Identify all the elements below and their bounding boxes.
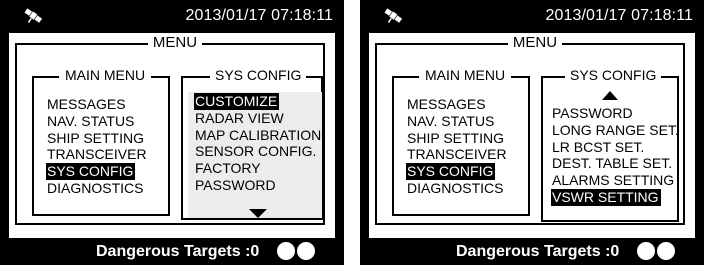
sys-config-title: SYS CONFIG — [565, 64, 662, 86]
scroll-down-arrow-icon[interactable] — [249, 209, 267, 218]
sys-config-item-vswr-setting[interactable]: VSWR SETTING — [551, 188, 681, 206]
status-indicator-dot — [657, 242, 675, 260]
main-menu-list: MESSAGES NAV. STATUS SHIP SETTING TRANSC… — [46, 96, 149, 197]
main-menu-item-transceiver[interactable]: TRANSCEIVER — [46, 146, 149, 163]
bottom-status-bar: Dangerous Targets :0 — [0, 238, 344, 265]
datetime-display: 2013/01/17 07:18:11 — [185, 7, 333, 24]
bottom-status-bar: Dangerous Targets :0 — [360, 238, 704, 265]
main-menu-item-nav-status[interactable]: NAV. STATUS — [46, 113, 149, 130]
sys-config-title: SYS CONFIG — [210, 64, 307, 86]
main-menu-title: MAIN MENU — [59, 64, 151, 86]
status-indicator-dot — [637, 242, 655, 260]
sys-config-item-lr-bcst-set[interactable]: LR BCST SET. — [551, 139, 681, 156]
right-screen: 2013/01/17 07:18:11 MENU MAIN MENU MESSA… — [360, 0, 704, 265]
dangerous-targets-label: Dangerous Targets :0 — [456, 243, 620, 260]
main-menu-title: MAIN MENU — [419, 64, 511, 86]
sys-config-item-alarms-setting[interactable]: ALARMS SETTING — [551, 172, 681, 189]
main-menu-item-sys-config[interactable]: SYS CONFIG — [406, 163, 509, 180]
menu-title: MENU — [148, 33, 202, 53]
menu-panel: MENU MAIN MENU MESSAGES NAV. STATUS SHIP… — [369, 33, 695, 238]
sys-config-item-customize[interactable]: CUSTOMIZE — [194, 93, 323, 110]
main-menu-item-nav-status[interactable]: NAV. STATUS — [406, 113, 509, 130]
status-indicator-dot — [277, 242, 295, 260]
sys-config-item-map-calibration[interactable]: MAP CALIBRATION — [194, 127, 323, 144]
main-menu-list: MESSAGES NAV. STATUS SHIP SETTING TRANSC… — [406, 96, 509, 197]
menu-title: MENU — [508, 33, 562, 53]
main-menu-item-diagnostics[interactable]: DIAGNOSTICS — [406, 180, 509, 197]
main-menu-item-transceiver[interactable]: TRANSCEIVER — [406, 146, 509, 163]
main-menu-item-messages[interactable]: MESSAGES — [46, 96, 149, 113]
sys-config-list: CUSTOMIZE RADAR VIEW MAP CALIBRATION SEN… — [194, 93, 323, 194]
satellite-icon — [384, 8, 403, 23]
status-indicator-dot — [297, 242, 315, 260]
left-screen: 2013/01/17 07:18:11 MENU MAIN MENU MESSA… — [0, 0, 344, 265]
main-menu-item-messages[interactable]: MESSAGES — [406, 96, 509, 113]
datetime-display: 2013/01/17 07:18:11 — [545, 7, 693, 24]
sys-config-item-long-range-set[interactable]: LONG RANGE SET. — [551, 122, 681, 139]
sys-config-item-sensor-config[interactable]: SENSOR CONFIG. — [194, 143, 323, 160]
sys-config-item-radar-view[interactable]: RADAR VIEW — [194, 110, 323, 127]
top-status-bar: 2013/01/17 07:18:11 — [360, 0, 704, 33]
sys-config-item-password[interactable]: PASSWORD — [194, 177, 323, 194]
sys-config-list: PASSWORD LONG RANGE SET. LR BCST SET. DE… — [551, 105, 681, 206]
satellite-icon — [24, 8, 43, 23]
sys-config-item-password[interactable]: PASSWORD — [551, 105, 681, 122]
main-menu-item-ship-setting[interactable]: SHIP SETTING — [406, 130, 509, 147]
menu-panel: MENU MAIN MENU MESSAGES NAV. STATUS SHIP… — [9, 33, 335, 238]
sys-config-item-dest-table-set[interactable]: DEST. TABLE SET. — [551, 155, 681, 172]
dangerous-targets-label: Dangerous Targets :0 — [96, 243, 260, 260]
main-menu-item-ship-setting[interactable]: SHIP SETTING — [46, 130, 149, 147]
main-menu-item-sys-config[interactable]: SYS CONFIG — [46, 163, 149, 180]
top-status-bar: 2013/01/17 07:18:11 — [0, 0, 344, 33]
main-menu-item-diagnostics[interactable]: DIAGNOSTICS — [46, 180, 149, 197]
scroll-up-arrow-icon[interactable] — [602, 91, 618, 100]
sys-config-item-factory[interactable]: FACTORY — [194, 160, 323, 177]
